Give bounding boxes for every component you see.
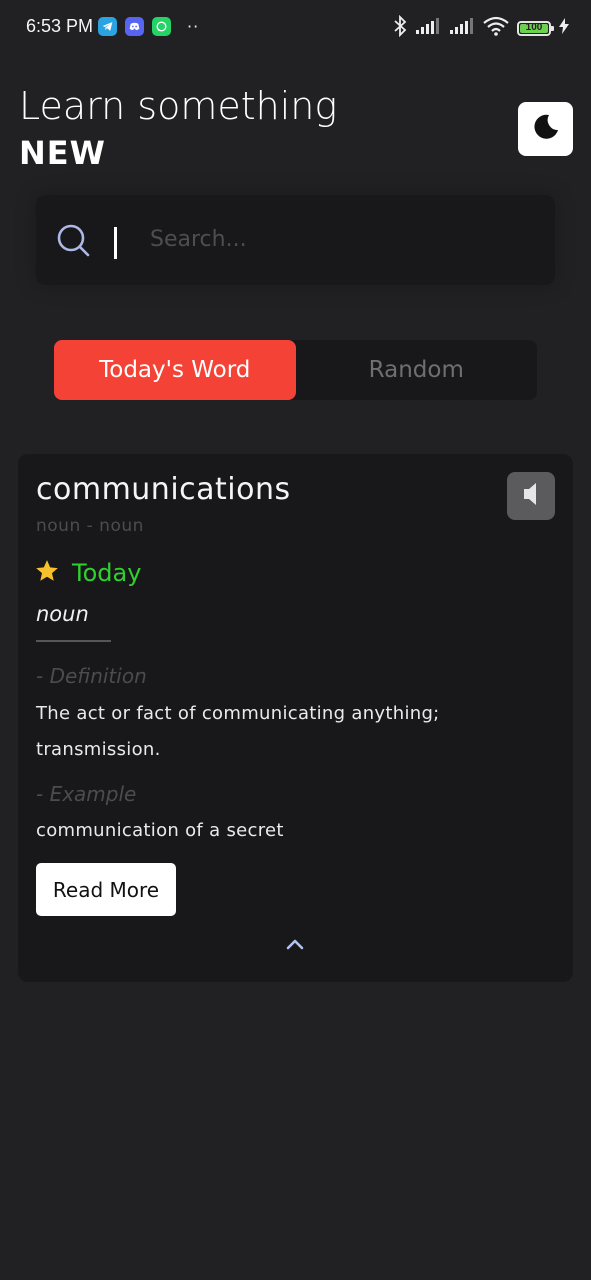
- more-notifications: ··: [187, 17, 200, 36]
- text-cursor: [114, 227, 117, 259]
- signal-icon: [449, 17, 475, 39]
- theme-toggle-button[interactable]: [518, 102, 573, 156]
- wifi-icon: [483, 16, 509, 40]
- whatsapp-icon: [152, 17, 171, 36]
- moon-icon: [531, 112, 561, 146]
- chevron-up-icon: [285, 936, 305, 955]
- battery-icon: 100: [517, 20, 554, 36]
- example-label: - Example: [36, 782, 137, 806]
- bluetooth-icon: [393, 14, 407, 41]
- search-input[interactable]: [150, 217, 530, 261]
- battery-level: 100: [525, 21, 543, 33]
- charging-icon: [559, 18, 569, 38]
- divider: [36, 640, 111, 642]
- system-icons: 100: [393, 14, 569, 41]
- page-title-emphasis: NEW: [19, 134, 106, 172]
- signal-icon: [415, 17, 441, 39]
- pronunciation-button[interactable]: [507, 472, 555, 520]
- speaker-icon: [520, 481, 542, 511]
- collapse-button[interactable]: [283, 936, 307, 954]
- word-card: communications noun - noun Today noun - …: [18, 454, 573, 982]
- read-more-button[interactable]: Read More: [36, 863, 176, 916]
- battery-cap: [551, 25, 554, 31]
- definition-text: The act or fact of communicating anythin…: [36, 703, 440, 760]
- telegram-icon: [98, 17, 117, 36]
- tab-todays-word[interactable]: Today's Word: [54, 340, 296, 400]
- today-label: Today: [72, 559, 142, 587]
- today-badge: Today: [34, 558, 141, 588]
- notification-icons: ··: [98, 17, 199, 36]
- star-icon: [34, 558, 60, 588]
- part-of-speech: noun: [36, 602, 89, 626]
- discord-icon: [125, 17, 144, 36]
- word-mode-tabs: Today's Word Random: [54, 340, 537, 400]
- example-text: communication of a secret: [36, 820, 284, 841]
- status-bar: 6:53 PM ·· 100: [0, 0, 591, 54]
- tab-random[interactable]: Random: [296, 340, 538, 400]
- word-title: communications: [36, 472, 291, 507]
- page-title: Learn something: [19, 84, 338, 128]
- word-phonetic: noun - noun: [36, 516, 144, 536]
- search-icon[interactable]: [56, 223, 90, 257]
- definition-label: - Definition: [36, 664, 147, 688]
- status-time: 6:53 PM: [26, 16, 94, 36]
